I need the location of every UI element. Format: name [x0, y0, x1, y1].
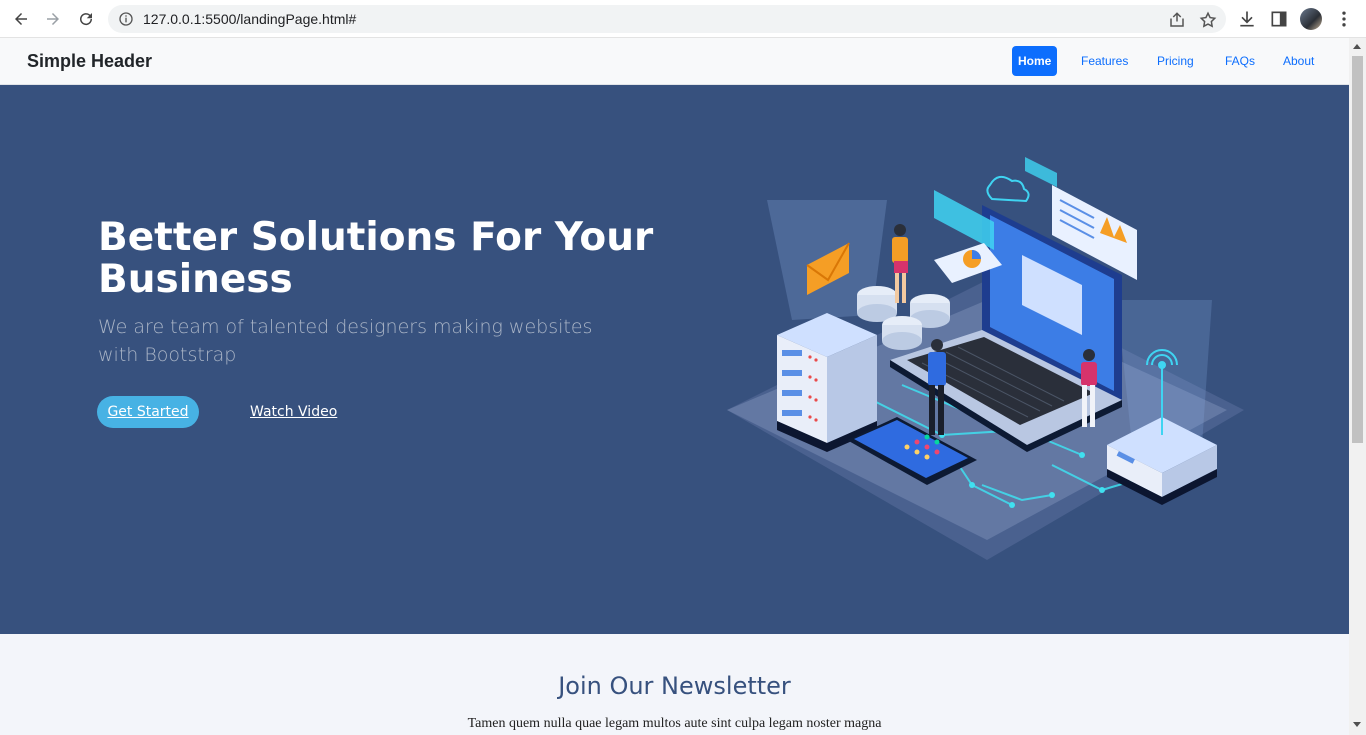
nav-about[interactable]: About	[1277, 46, 1320, 76]
nav-faqs[interactable]: FAQs	[1219, 46, 1261, 76]
page-scrollbar[interactable]	[1349, 38, 1366, 735]
get-started-button[interactable]: Get Started	[97, 396, 199, 428]
download-icon[interactable]	[1237, 9, 1257, 29]
arrow-right-icon	[47, 13, 59, 25]
nav-pricing[interactable]: Pricing	[1151, 46, 1200, 76]
watch-video-link[interactable]: Watch Video	[250, 396, 337, 428]
reload-icon	[80, 13, 93, 26]
profile-avatar[interactable]	[1300, 8, 1322, 30]
hero-section: Better Solutions For Your Business We ar…	[0, 85, 1349, 634]
nav-home[interactable]: Home	[1012, 46, 1057, 76]
hero-illustration	[727, 157, 1244, 560]
scroll-down-arrow[interactable]	[1353, 722, 1361, 727]
scroll-thumb[interactable]	[1352, 56, 1363, 443]
star-icon[interactable]	[1199, 11, 1217, 29]
forward-button[interactable]	[40, 7, 66, 31]
newsletter-title: Join Our Newsletter	[558, 672, 791, 700]
back-button[interactable]	[8, 7, 34, 31]
share-icon[interactable]	[1168, 11, 1186, 29]
more-menu-icon[interactable]	[1334, 9, 1354, 29]
address-bar[interactable]: 127.0.0.1:5500/landingPage.html#	[108, 5, 1226, 33]
newsletter-text: Tamen quem nulla quae legam multos aute …	[467, 716, 882, 731]
arrow-left-icon	[15, 13, 27, 25]
hero-title: Better Solutions For Your Business	[98, 215, 654, 302]
newsletter-section: Join Our Newsletter Tamen quem nulla qua…	[0, 634, 1349, 735]
site-header: Simple Header Home Features Pricing FAQs…	[0, 38, 1349, 85]
nav-features[interactable]: Features	[1075, 46, 1134, 76]
browser-toolbar: 127.0.0.1:5500/landingPage.html#	[0, 0, 1366, 38]
side-panel-icon[interactable]	[1269, 9, 1289, 29]
hero-subtitle: We are team of talented designers making…	[98, 316, 593, 366]
scroll-up-arrow[interactable]	[1353, 44, 1361, 49]
url-text: 127.0.0.1:5500/landingPage.html#	[143, 11, 357, 27]
brand-logo[interactable]: Simple Header	[27, 51, 152, 72]
reload-button[interactable]	[73, 7, 99, 31]
info-icon	[119, 12, 133, 26]
